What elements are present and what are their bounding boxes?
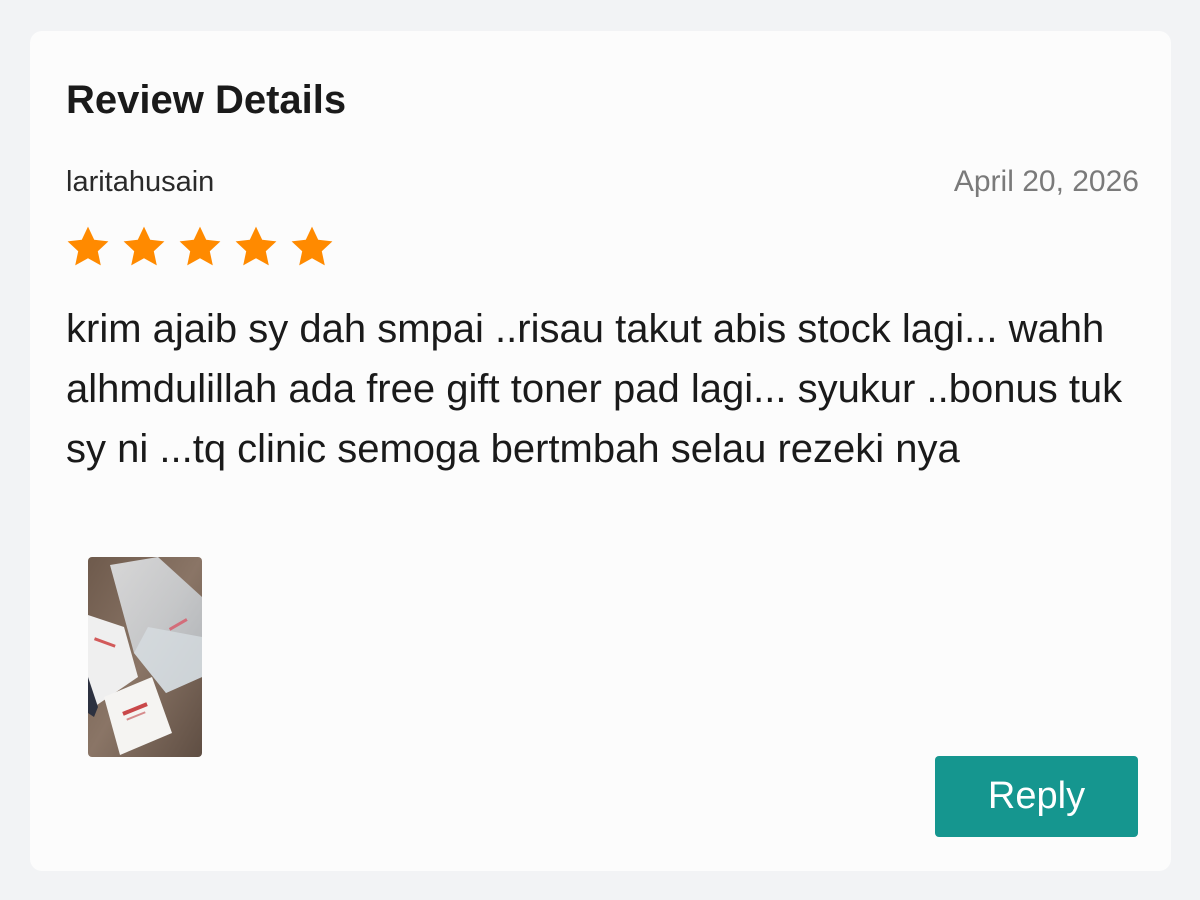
review-details-card: Review Details laritahusain April 20, 20… [30,31,1171,871]
star-rating [64,223,344,271]
review-text: krim ajaib sy dah smpai ..risau takut ab… [66,307,1123,471]
star-icon [123,226,165,266]
page-title: Review Details [66,78,347,122]
reviewer-name: laritahusain [66,166,215,198]
review-photo-thumbnail[interactable] [88,557,202,757]
star-icon [179,226,221,266]
star-icon [67,226,109,266]
reply-button[interactable]: Reply [935,756,1138,837]
star-icon [235,226,277,266]
review-date: April 20, 2026 [953,165,1139,198]
star-icon [291,226,333,266]
